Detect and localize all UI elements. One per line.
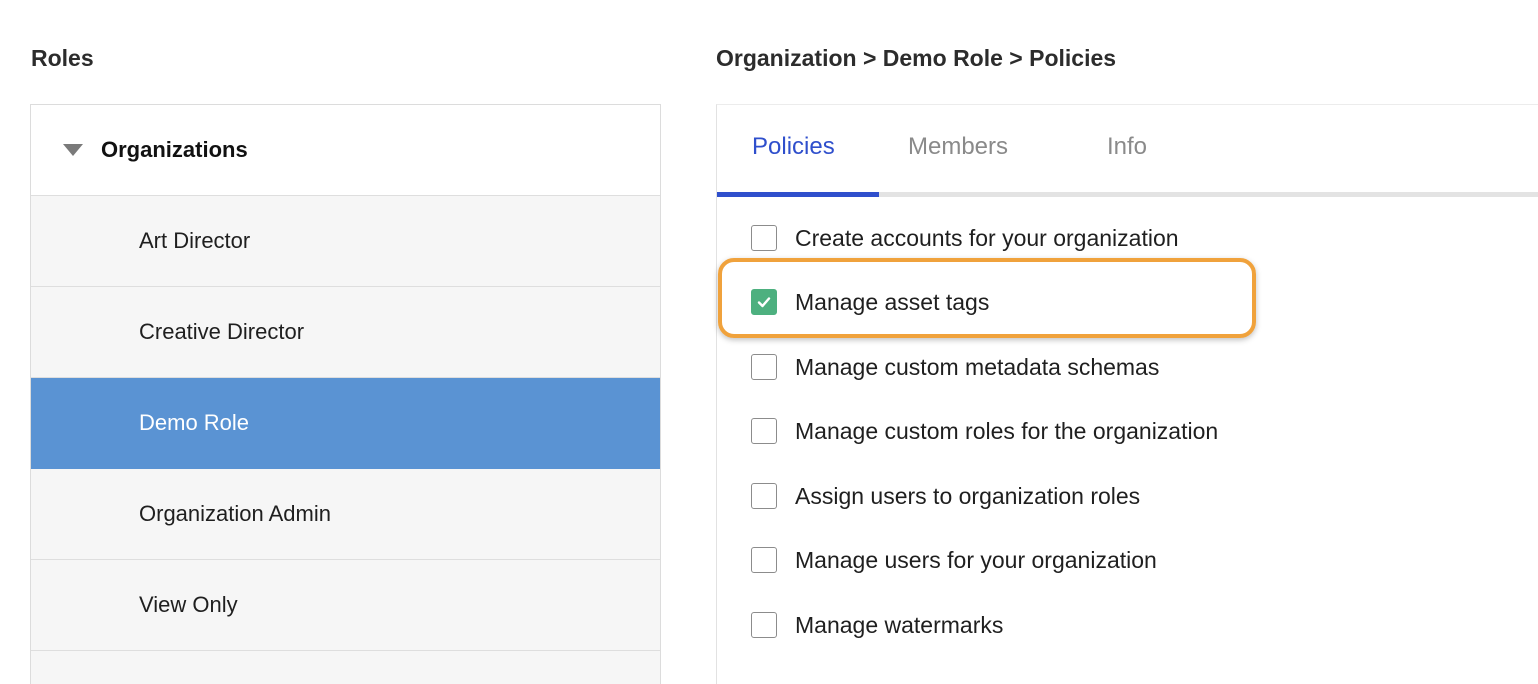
policy-checkbox[interactable]: [751, 612, 777, 638]
policy-row[interactable]: Manage custom metadata schemas: [751, 347, 1159, 387]
policy-label: Manage watermarks: [795, 611, 1004, 638]
policy-row[interactable]: Assign users to organization roles: [751, 476, 1140, 516]
policy-label: Manage custom roles for the organization: [795, 417, 1219, 444]
role-group-organizations[interactable]: Organizations: [31, 105, 660, 196]
policy-label: Assign users to organization roles: [795, 482, 1141, 509]
policy-checkbox[interactable]: [751, 354, 777, 380]
role-group-label: Organizations: [101, 137, 248, 162]
breadcrumb: Organization > Demo Role > Policies: [716, 45, 1117, 71]
caret-down-icon[interactable]: [63, 144, 83, 156]
policy-checkbox[interactable]: [751, 483, 777, 509]
policy-label: Manage custom metadata schemas: [795, 353, 1160, 380]
roles-heading: Roles: [31, 45, 94, 71]
policy-label: Manage users for your organization: [795, 546, 1157, 573]
policy-checkbox[interactable]: [751, 547, 777, 573]
role-item-art-director[interactable]: Art Director: [31, 196, 660, 287]
policies-panel: Policies Members Info Create accounts fo…: [716, 104, 1538, 684]
role-item-view-only[interactable]: View Only: [31, 560, 660, 651]
policy-checkbox[interactable]: [751, 418, 777, 444]
role-item-creative-director[interactable]: Creative Director: [31, 287, 660, 378]
policy-row[interactable]: Create accounts for your organization: [751, 218, 1179, 258]
policy-checkbox[interactable]: [751, 225, 777, 251]
highlight-callout: [718, 258, 1256, 338]
role-item-organization-admin[interactable]: Organization Admin: [31, 469, 660, 560]
active-tab-indicator: [717, 192, 879, 197]
policy-label: Create accounts for your organization: [795, 224, 1179, 251]
roles-panel: Organizations Art Director Creative Dire…: [30, 104, 661, 684]
policy-row[interactable]: Manage watermarks: [751, 605, 1003, 645]
tab-bar: Policies Members Info: [717, 105, 1538, 197]
policy-row[interactable]: Manage custom roles for the organization: [751, 411, 1218, 451]
tab-info[interactable]: Info: [1107, 133, 1147, 161]
role-item-demo-role[interactable]: Demo Role: [31, 378, 660, 469]
tab-policies[interactable]: Policies: [752, 133, 835, 161]
tab-members[interactable]: Members: [908, 133, 1008, 161]
policy-row[interactable]: Manage users for your organization: [751, 540, 1157, 580]
